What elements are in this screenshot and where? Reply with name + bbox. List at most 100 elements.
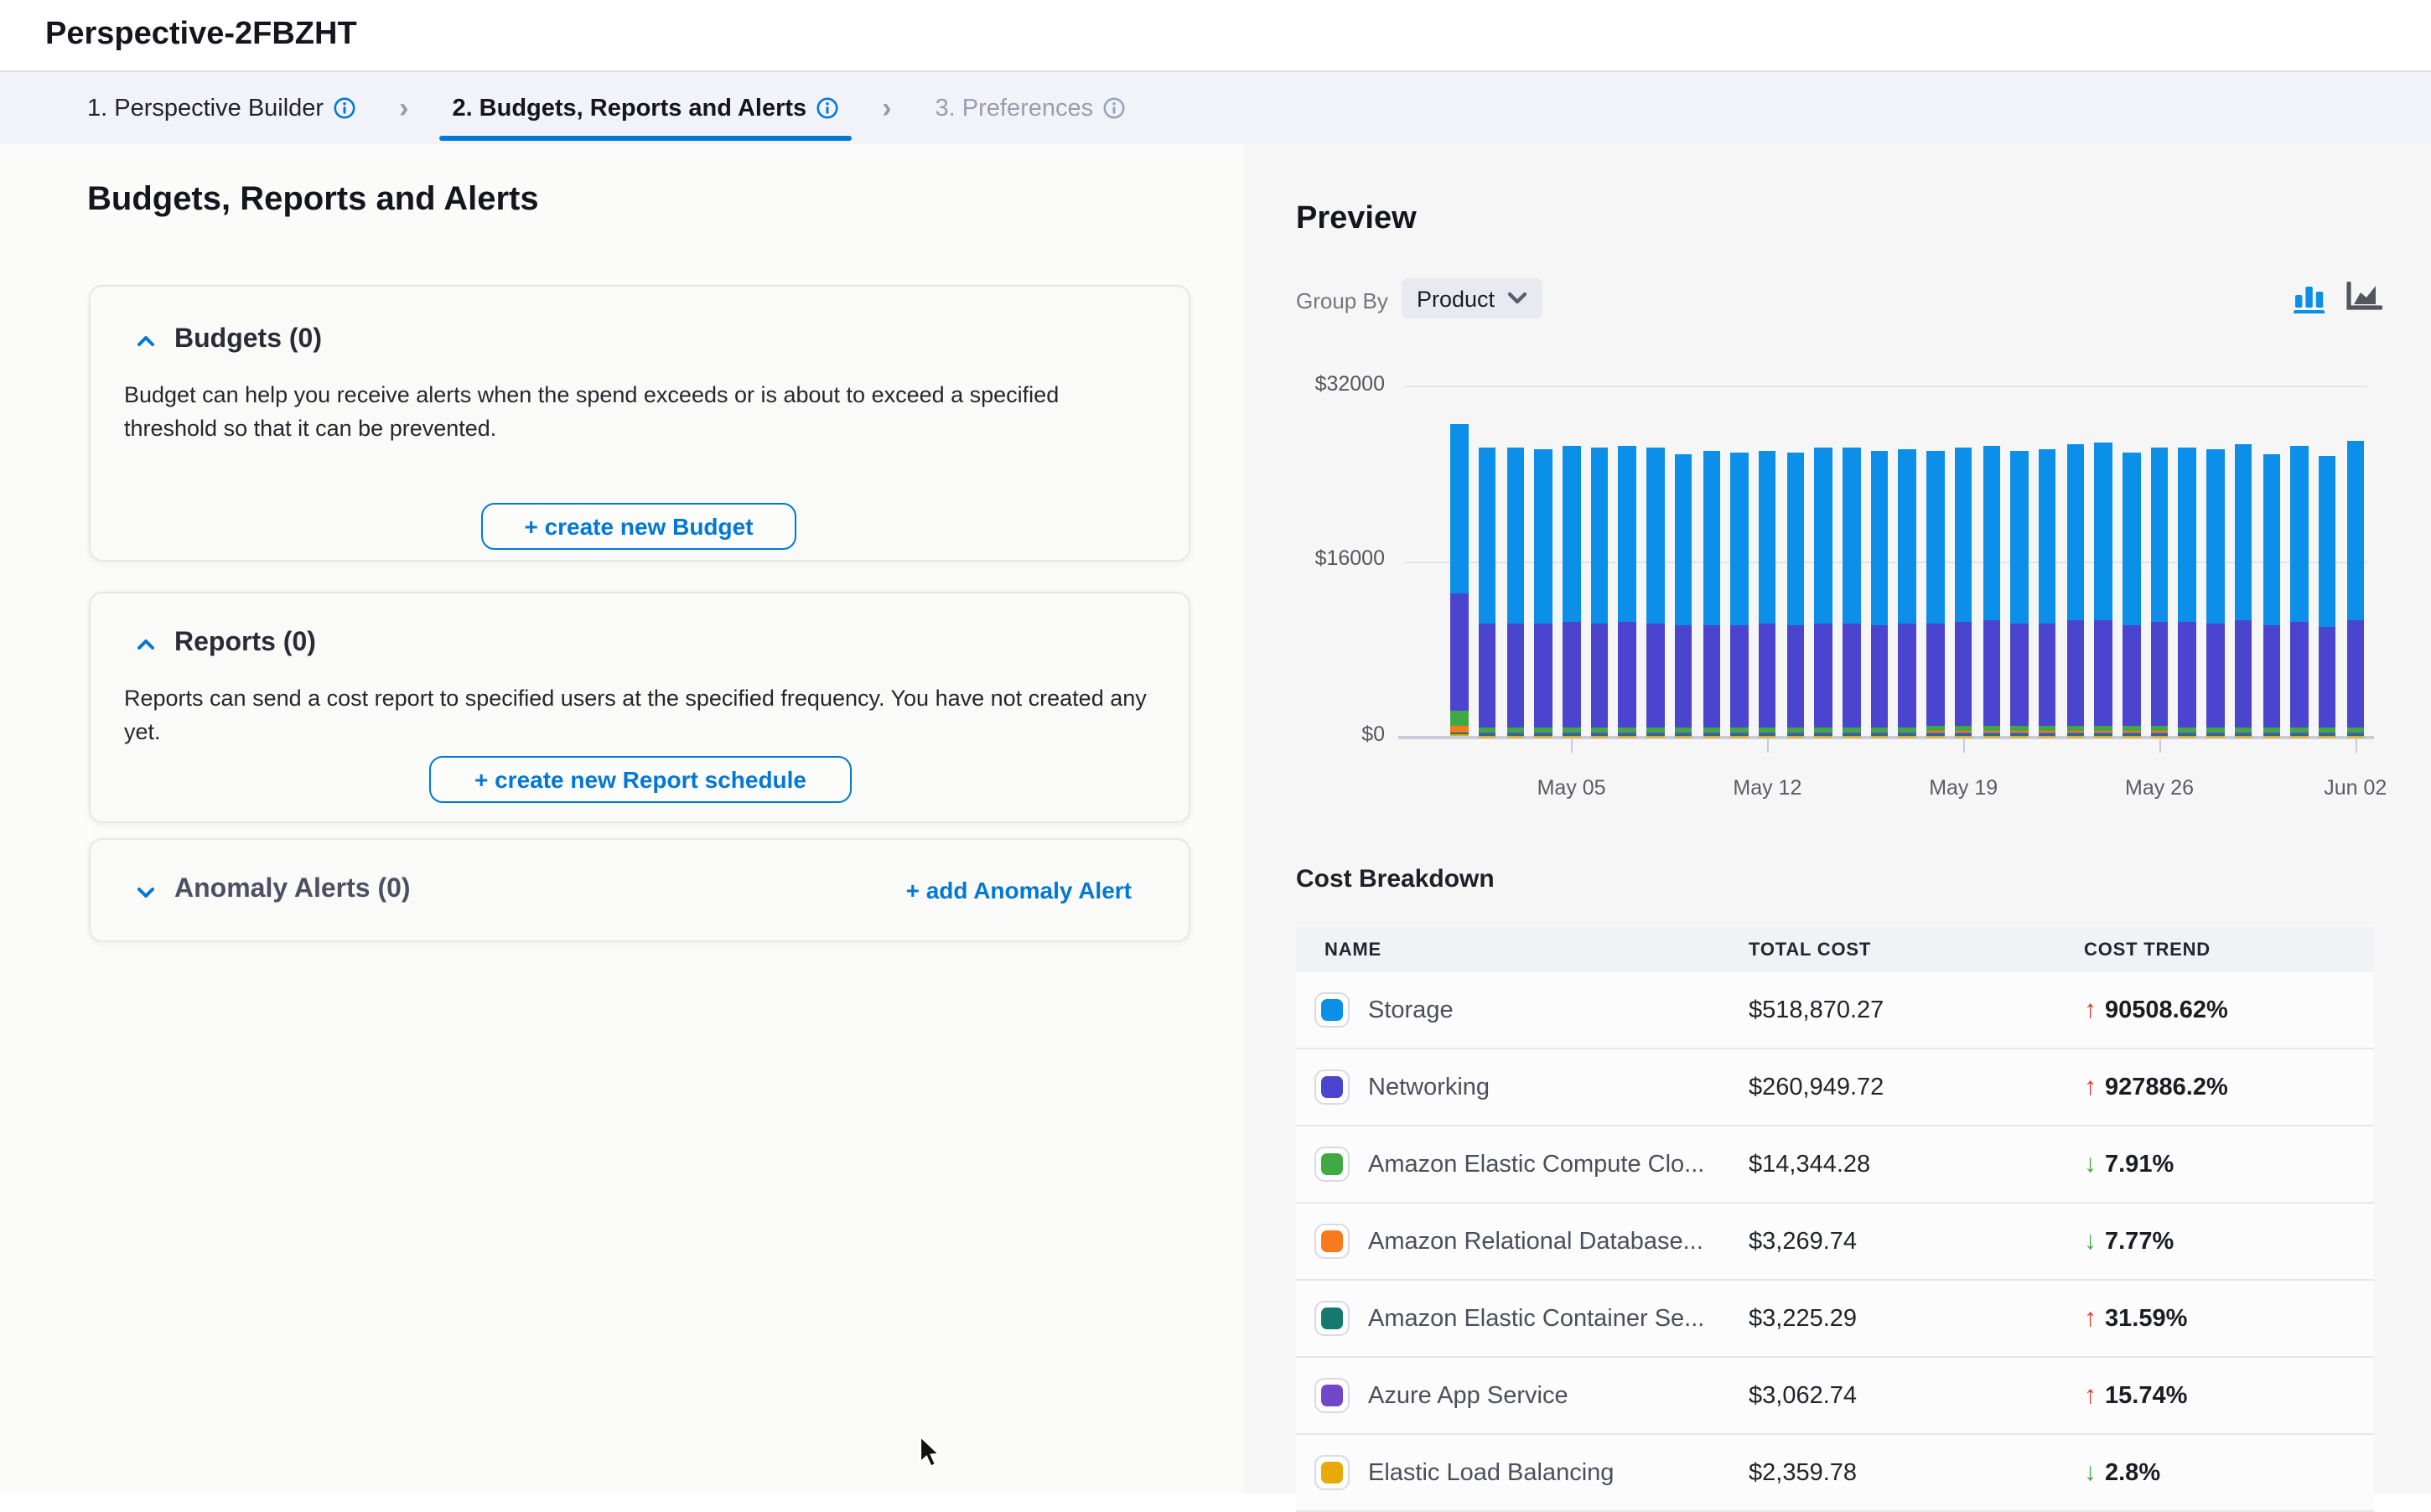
chart-bar-may-03[interactable] [1506,448,1524,736]
chart-bar-may-04[interactable] [1535,449,1552,736]
bar-segment [1675,735,1692,736]
bar-segment [2263,454,2280,625]
row-total-cost: $14,344.28 [1749,1151,2084,1178]
chart-bar-may-27[interactable] [2179,448,2196,736]
table-row[interactable]: Storage$518,870.27↑90508.62% [1296,972,2374,1049]
tab-label: 1. Perspective Builder [87,95,324,122]
bar-chart-icon[interactable] [2294,282,2329,313]
table-row[interactable]: Amazon Elastic Container Se...$3,225.29↑… [1296,1281,2374,1358]
bar-segment [1563,735,1580,736]
bar-segment [2206,735,2224,736]
area-chart-icon[interactable] [2345,282,2381,313]
row-name-cell: Amazon Relational Database... [1296,1224,1749,1259]
chevron-right-icon: › [882,94,891,122]
bar-segment [1871,735,1889,736]
bar-segment [1983,621,2000,726]
row-name: Networking [1368,1074,1490,1100]
anomaly-alerts-title[interactable]: Anomaly Alerts (0) [174,875,411,905]
add-anomaly-alert-link[interactable]: + add Anomaly Alert [906,877,1132,904]
tab-perspective-builder[interactable]: 1. Perspective Builder [67,72,376,144]
bar-segment [2346,442,2364,621]
table-row[interactable]: Amazon Elastic Compute Clo... $14,344.28↓… [1296,1126,2374,1204]
trend-up-arrow-icon: ↑ [2084,1381,2097,1410]
chart-bar-may-24[interactable] [2095,443,2112,736]
tab-budgets-reports-and-alerts[interactable]: 2. Budgets, Reports and Alerts [432,72,858,144]
row-total-cost: $260,949.72 [1749,1074,2084,1100]
gridline-32000 [1405,386,2367,387]
bar-segment [2319,626,2336,727]
table-row[interactable]: Elastic Load Balancing$2,359.78↓2.8% [1296,1435,2374,1512]
chart-bar-may-06[interactable] [1591,448,1609,736]
row-total-cost: $2,359.78 [1749,1459,2084,1486]
bar-segment [1955,447,1972,621]
anomaly-alerts-card: Anomaly Alerts (0) + add Anomaly Alert [89,838,1190,942]
chart-bar-may-30[interactable] [2263,454,2280,736]
chart-bar-may-09[interactable] [1675,453,1692,736]
chart-bar-may-08[interactable] [1646,447,1664,736]
row-name: Elastic Load Balancing [1368,1459,1614,1486]
chevron-right-icon: › [399,94,408,122]
bar-segment [1731,625,1749,727]
chart-bar-may-11[interactable] [1731,453,1749,736]
row-name: Storage [1368,997,1454,1023]
tab-label: 2. Budgets, Reports and Alerts [452,95,806,122]
bar-segment [2123,735,2140,736]
chart-bar-may-05[interactable] [1563,445,1580,736]
chart-bar-may-29[interactable] [2235,445,2252,736]
chart-bar-may-19[interactable] [1955,447,1972,736]
column-header-cost-trend: COST TREND [2084,940,2369,960]
chart-bar-may-25[interactable] [2123,453,2140,736]
chart-bar-may-15[interactable] [1843,448,1860,736]
bar-segment [1786,453,1804,625]
bar-segment [2263,626,2280,728]
section-heading: Budgets, Reports and Alerts [87,181,539,220]
chart-bar-may-26[interactable] [2151,448,2169,736]
chart-type-toggle [2294,282,2381,313]
create-budget-button[interactable]: + create new Budget [481,503,796,550]
trend-value: 90508.62% [2105,997,2228,1023]
table-row[interactable]: Amazon Relational Database...$3,269.74↓7… [1296,1204,2374,1281]
trend-down-arrow-icon: ↓ [2084,1150,2097,1178]
table-row[interactable]: Azure App Service$3,062.74↑15.74% [1296,1358,2374,1435]
chart-bar-may-22[interactable] [2039,449,2056,736]
bar-segment [1506,623,1524,727]
bar-segment [1731,735,1749,736]
chart-bar-may-21[interactable] [2011,452,2029,736]
color-square-icon [1321,999,1343,1021]
y-axis-label-0: $0 [1288,722,1385,746]
reports-title[interactable]: Reports (0) [174,629,316,659]
chart-bar-jun-01[interactable] [2319,456,2336,736]
budgets-title[interactable]: Budgets (0) [174,325,322,355]
series-color-swatch [1314,1455,1350,1490]
chevron-up-icon[interactable] [136,634,156,654]
bar-segment [2179,448,2196,623]
create-report-schedule-button[interactable]: + create new Report schedule [429,756,852,803]
chart-bar-may-31[interactable] [2291,447,2309,736]
chart-bar-may-10[interactable] [1703,451,1720,736]
chart-bar-may-16[interactable] [1871,451,1889,736]
chart-bar-may-01[interactable] [1451,424,1469,736]
row-name-cell: Amazon Elastic Compute Clo... [1296,1147,1749,1182]
chart-bar-may-02[interactable] [1479,448,1496,736]
chart-bar-may-17[interactable] [1899,449,1916,736]
chevron-down-icon[interactable] [136,880,156,900]
chart-bar-may-07[interactable] [1619,446,1636,736]
bar-segment [1506,448,1524,624]
chart-bar-may-14[interactable] [1815,448,1832,736]
chart-bar-may-18[interactable] [1926,451,1944,736]
chevron-up-icon[interactable] [136,330,156,350]
chart-bar-may-13[interactable] [1786,453,1804,736]
row-name: Amazon Elastic Compute Clo... [1368,1151,1704,1178]
bar-segment [1786,626,1804,728]
chart-bar-may-20[interactable] [1983,445,2000,736]
tab-preferences[interactable]: 3. Preferences [915,72,1146,144]
y-axis-label-32000: $32000 [1288,372,1385,396]
table-row[interactable]: Networking$260,949.72↑927886.2% [1296,1049,2374,1126]
bar-segment [1675,453,1692,625]
chart-bar-may-23[interactable] [2066,444,2084,736]
chart-bar-may-12[interactable] [1759,450,1776,736]
chart-bar-jun-02[interactable] [2346,442,2364,736]
group-by-dropdown[interactable]: Product [1402,278,1542,318]
bar-segment [2011,452,2029,624]
chart-bar-may-28[interactable] [2206,450,2224,736]
